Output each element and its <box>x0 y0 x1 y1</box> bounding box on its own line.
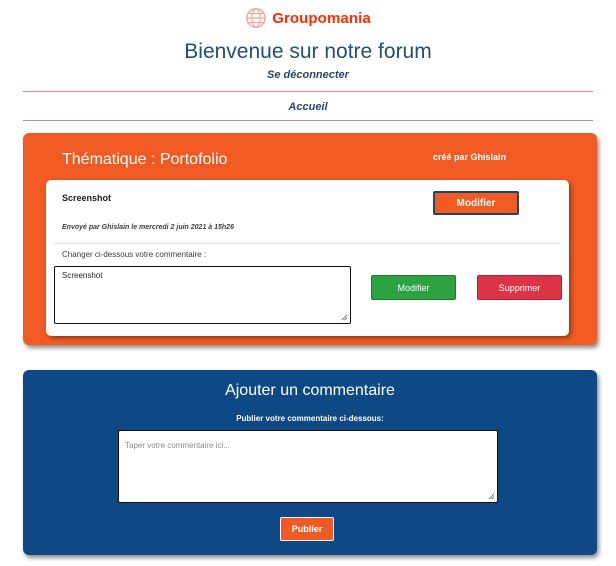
post-meta: Envoyé par Ghislain le mercredi 2 juin 2… <box>62 224 234 231</box>
resize-grip-icon[interactable] <box>488 493 495 500</box>
modify-post-button[interactable]: Modifier <box>433 191 519 215</box>
edit-comment-textarea[interactable]: Screenshot <box>54 266 351 324</box>
page-title: Bienvenue sur notre forum <box>184 40 432 63</box>
add-comment-label: Publier votre commentaire ci-dessous: <box>236 414 384 423</box>
globe-icon <box>246 8 267 28</box>
theme-author: créé par Ghislain <box>433 152 507 162</box>
theme-title: Thématique : Portofolio <box>62 151 228 168</box>
edit-comment-value: Screenshot <box>62 271 103 280</box>
divider-bottom <box>23 120 593 121</box>
publish-button[interactable]: Publier <box>280 517 334 541</box>
post-title: Screenshot <box>62 193 112 203</box>
resize-grip-icon[interactable] <box>341 314 348 321</box>
logout-link[interactable]: Se déconnecter <box>0 69 616 81</box>
post-divider <box>54 243 561 244</box>
new-comment-placeholder: Taper votre commentaire ici... <box>125 441 230 450</box>
new-comment-textarea[interactable]: Taper votre commentaire ici... <box>118 430 498 503</box>
modify-comment-button[interactable]: Modifier <box>371 275 456 300</box>
delete-comment-button[interactable]: Supprimer <box>477 275 562 300</box>
theme-card: Thématique : Portofolio créé par Ghislai… <box>23 133 597 345</box>
logo: Groupomania <box>0 7 616 29</box>
brand-name: Groupomania <box>272 9 371 27</box>
change-comment-label: Changer ci-dessous votre commentaire : <box>62 250 207 259</box>
home-link[interactable]: Accueil <box>0 101 616 113</box>
divider-top <box>23 91 593 92</box>
post-card: Screenshot Modifier Envoyé par Ghislain … <box>46 180 569 336</box>
add-comment-card: Ajouter un commentaire Publier votre com… <box>23 370 597 555</box>
add-comment-title: Ajouter un commentaire <box>225 382 395 399</box>
